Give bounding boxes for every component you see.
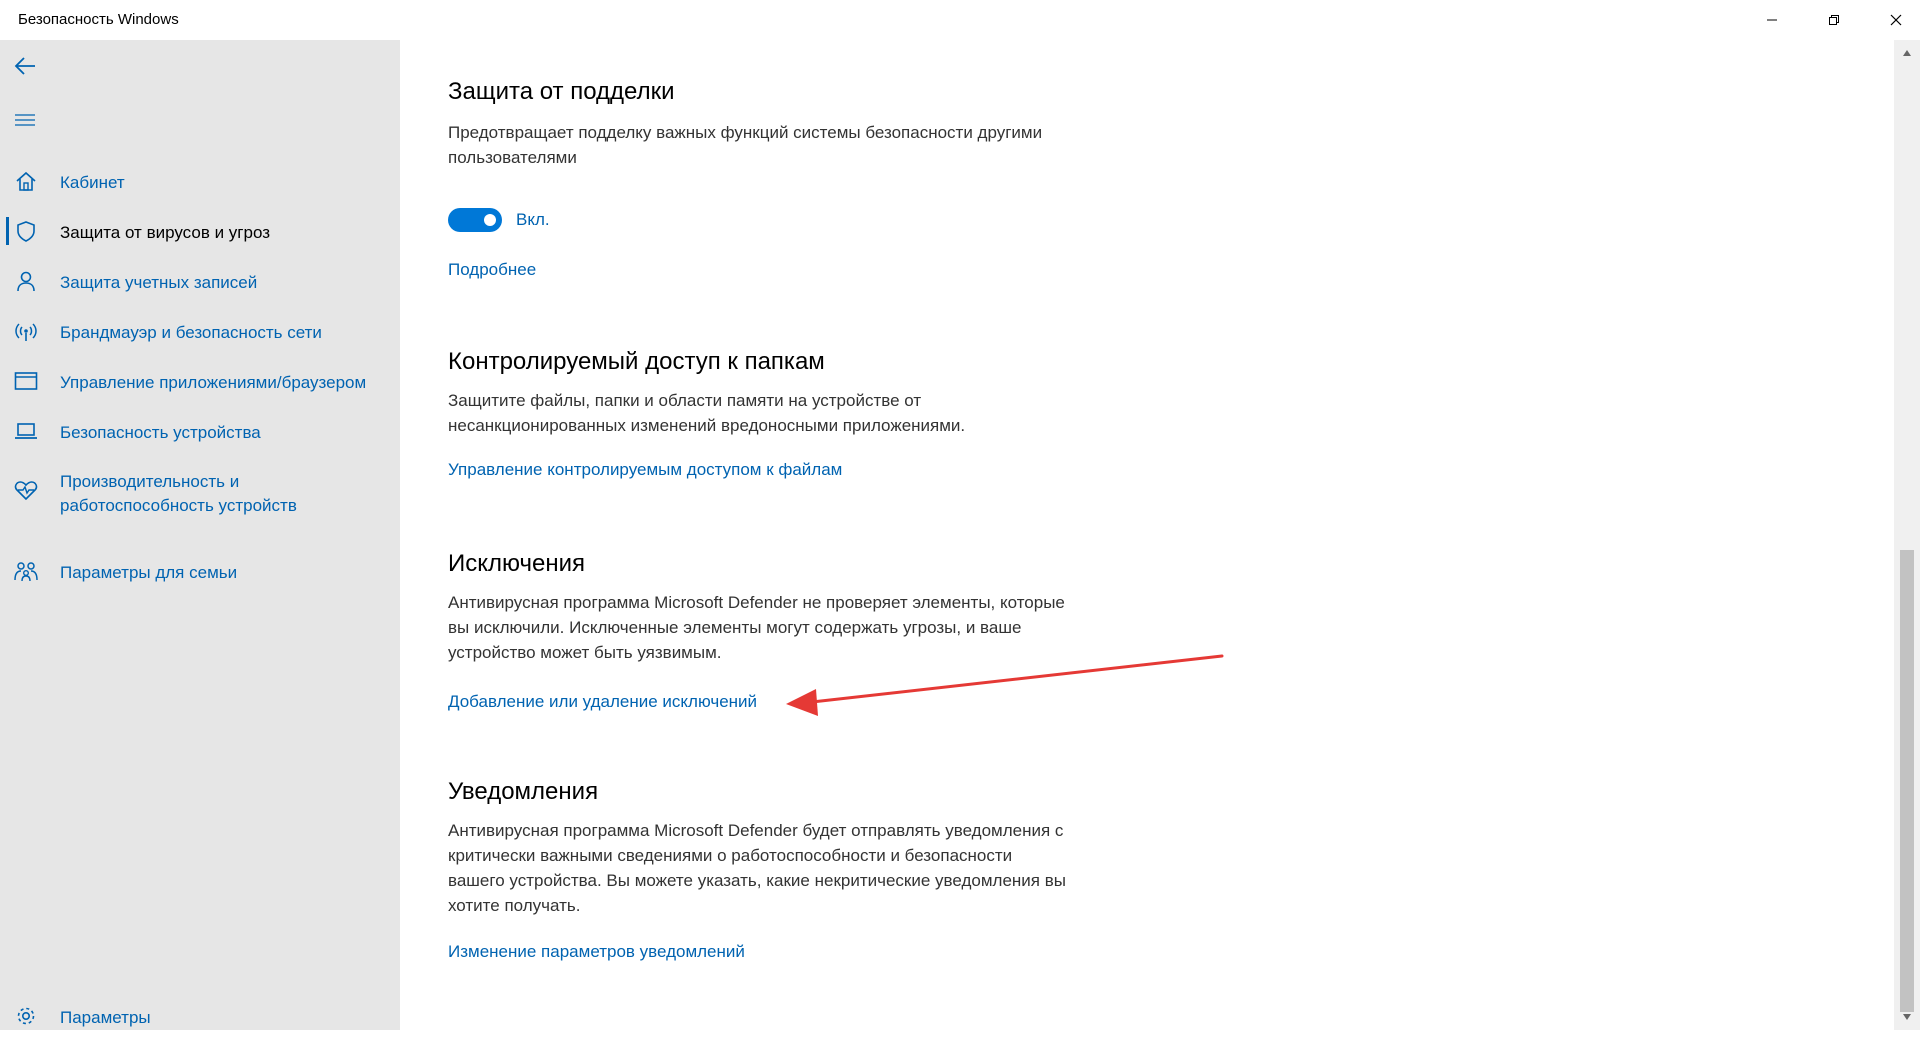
sidebar-item-virus-protection[interactable]: Защита от вирусов и угроз (0, 209, 400, 253)
sidebar-item-app-browser[interactable]: Управление приложениями/браузером (0, 359, 400, 403)
notification-settings-link[interactable]: Изменение параметров уведомлений (448, 940, 745, 964)
sidebar-item-settings[interactable]: Параметры (0, 994, 400, 1038)
controlled-folder-access-section: Контролируемый доступ к папкам Защитите … (448, 346, 1068, 482)
person-icon (14, 269, 38, 293)
hamburger-icon (15, 114, 35, 126)
scroll-thumb[interactable] (1900, 550, 1914, 1012)
laptop-icon (14, 419, 38, 443)
exclusions-section: Исключения Антивирусная программа Micros… (448, 548, 1068, 714)
title-bar: Безопасность Windows (0, 0, 1920, 40)
sidebar-item-family[interactable]: Параметры для семьи (0, 549, 400, 593)
sidebar-item-device-security[interactable]: Безопасность устройства (0, 409, 400, 453)
gear-icon (14, 1004, 38, 1028)
wireless-icon (14, 319, 38, 343)
tamper-protection-toggle[interactable] (448, 208, 502, 232)
section-title: Защита от подделки (448, 78, 675, 105)
main-content: Защита от подделки Предотвращает подделк… (400, 40, 1894, 1030)
chevron-up-icon (1903, 50, 1911, 56)
section-title: Контролируемый доступ к папкам (448, 348, 825, 375)
sidebar-item-firewall[interactable]: Брандмауэр и безопасность сети (0, 309, 400, 353)
restore-icon (1829, 15, 1839, 25)
sidebar-item-home[interactable]: Кабинет (0, 159, 400, 203)
scroll-up-button[interactable] (1898, 44, 1916, 62)
scroll-down-button[interactable] (1898, 1008, 1916, 1026)
sidebar-item-label: Кабинет (60, 173, 125, 192)
restore-button[interactable] (1806, 0, 1862, 40)
active-indicator (6, 217, 9, 245)
toggle-state-label: Вкл. (516, 210, 550, 229)
sidebar-item-label: Защита от вирусов и угроз (60, 223, 271, 242)
section-description: Защитите файлы, папки и области памяти н… (448, 391, 966, 435)
notifications-section: Уведомления Антивирусная программа Micro… (448, 776, 1068, 964)
section-title: Уведомления (448, 778, 599, 805)
sidebar-item-label: Защита учетных записей (60, 273, 258, 292)
manage-folder-access-link[interactable]: Управление контролируемым доступом к фай… (448, 458, 842, 482)
sidebar-item-account-protection[interactable]: Защита учетных записей (0, 259, 400, 303)
sidebar-item-label: Управление приложениями/браузером (60, 373, 367, 392)
section-description: Антивирусная программа Microsoft Defende… (448, 593, 1065, 662)
section-description: Предотвращает подделку важных функций си… (448, 123, 1043, 167)
window-title: Безопасность Windows (18, 11, 179, 28)
minimize-button[interactable] (1744, 0, 1800, 40)
menu-button[interactable] (12, 107, 38, 133)
sidebar-item-device-performance[interactable]: Производительность и работоспособность у… (0, 458, 400, 522)
toggle-knob (484, 214, 496, 226)
family-icon (14, 559, 38, 583)
app-window-icon (14, 369, 38, 393)
section-title: Исключения (448, 550, 586, 577)
sidebar-item-label: Брандмауэр и безопасность сети (60, 323, 322, 342)
close-icon (1890, 14, 1902, 26)
sidebar-item-label: Производительность и работоспособность у… (60, 472, 297, 515)
shield-icon (14, 219, 38, 243)
back-arrow-icon (14, 57, 35, 75)
sidebar-item-label: Безопасность устройства (60, 423, 261, 442)
chevron-down-icon (1903, 1014, 1911, 1020)
back-button[interactable] (12, 53, 38, 79)
learn-more-link[interactable]: Подробнее (448, 258, 536, 282)
sidebar-item-label: Параметры для семьи (60, 563, 238, 582)
add-remove-exclusions-link[interactable]: Добавление или удаление исключений (448, 690, 757, 714)
close-button[interactable] (1868, 0, 1920, 40)
section-description: Антивирусная программа Microsoft Defende… (448, 821, 1066, 915)
minimize-icon (1767, 19, 1777, 21)
home-icon (14, 169, 38, 193)
vertical-scrollbar[interactable] (1894, 40, 1920, 1030)
tamper-toggle-row: Вкл. (448, 208, 1048, 232)
sidebar-item-label: Параметры (60, 1008, 151, 1027)
sidebar: Кабинет Защита от вирусов и угроз Защита… (0, 40, 400, 1030)
heart-pulse-icon (14, 478, 38, 502)
tamper-protection-section: Защита от подделки Предотвращает подделк… (448, 76, 1048, 282)
